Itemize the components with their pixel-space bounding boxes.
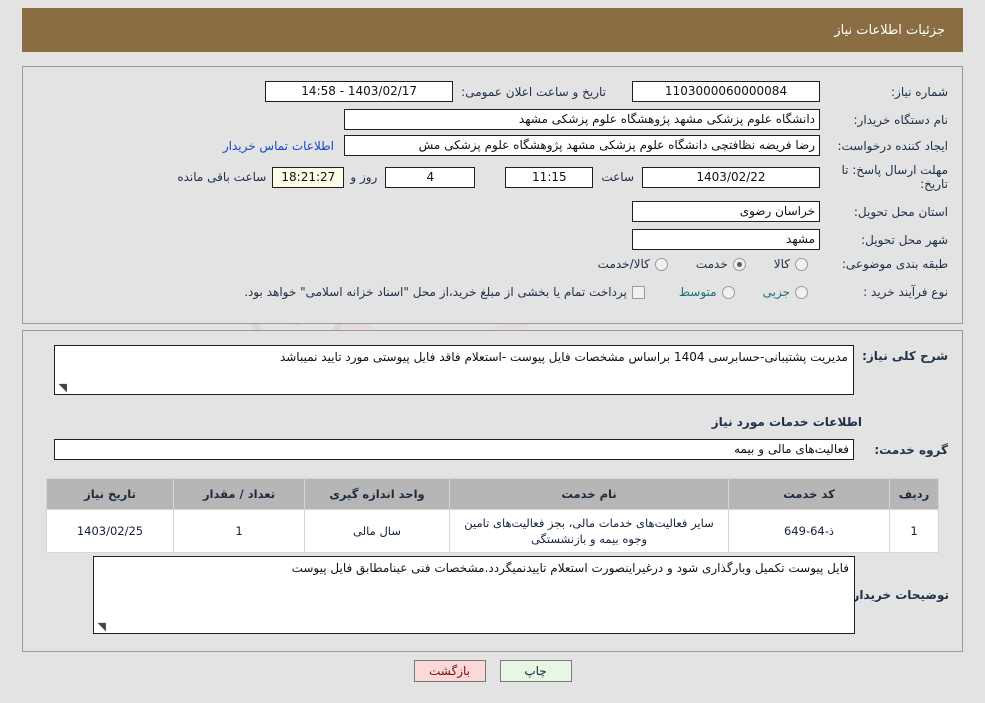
service-group-label: گروه خدمت: [874,442,948,457]
purchase-process-row: نوع فرآیند خرید : جزیی متوسط پرداخت تمام… [244,285,948,299]
checkbox-islamic-treasury-label: پرداخت تمام یا بخشی از مبلغ خرید،از محل … [244,285,627,299]
back-button[interactable]: بازگشت [413,660,486,682]
summary-row: شرح کلی نیاز: مدیریت پشتیبانی-حسابرسی 14… [54,345,948,395]
radio-category-service[interactable]: خدمت [696,257,746,271]
cell-index: 1 [889,509,939,553]
service-group-row: گروه خدمت: فعالیت‌های مالی و بیمه [54,439,948,460]
purchase-process-label: نوع فرآیند خرید : [863,285,948,299]
radio-category-goods-label: کالا [773,257,790,271]
col-date: تاریخ نیاز [46,478,174,510]
delivery-province-label: استان محل تحویل: [853,204,948,219]
service-group-value: فعالیت‌های مالی و بیمه [54,439,854,460]
deadline-hour-label: ساعت [601,170,634,184]
resize-grip-icon[interactable]: ◥ [57,382,67,393]
services-heading: اطلاعات خدمات مورد نیاز [711,415,862,429]
cell-qty: 1 [173,509,305,553]
radio-category-goods-service-dot[interactable] [654,257,668,271]
announce-datetime-label: تاریخ و ساعت اعلان عمومی: [461,84,606,99]
summary-label: شرح کلی نیاز: [862,349,948,363]
radio-category-service-dot[interactable] [732,257,746,271]
delivery-province-row: استان محل تحویل: خراسان رضوی [632,201,948,222]
cell-unit: سال مالی [304,509,450,553]
buyer-org-label: نام دستگاه خریدار: [853,112,949,127]
response-deadline-label: مهلت ارسال پاسخ: تا تاریخ: [841,163,948,191]
buyer-org-row: نام دستگاه خریدار: دانشگاه علوم پزشکی مش… [344,109,948,130]
radio-process-medium[interactable]: متوسط [679,285,735,299]
radio-category-goods-service[interactable]: کالا/خدمت [598,257,668,271]
cell-date: 1403/02/25 [46,509,174,553]
buyer-notes-text: فایل پیوست تکمیل وبارگذاری شود و درغیرای… [291,561,849,575]
buyer-notes-textarea[interactable]: فایل پیوست تکمیل وبارگذاری شود و درغیرای… [93,556,855,634]
col-unit: واحد اندازه گیری [304,478,450,510]
announce-datetime-value: 1403/02/17 - 14:58 [265,81,454,102]
col-index: ردیف [889,478,939,510]
table-header-row: ردیف کد خدمت نام خدمت واحد اندازه گیری ت… [46,478,939,510]
need-number-value: 1103000060000084 [632,81,820,102]
radio-process-medium-label: متوسط [678,285,717,299]
services-table: ردیف کد خدمت نام خدمت واحد اندازه گیری ت… [46,478,939,553]
summary-textarea[interactable]: مدیریت پشتیبانی-حسابرسی 1404 براساس مشخص… [54,345,854,395]
countdown-timer-value: 18:21:27 [272,166,345,188]
print-button[interactable]: چاپ [499,660,572,682]
col-code: کد خدمت [728,478,890,510]
need-info-panel: شماره نیاز: 1103000060000084 تاریخ و ساع… [22,66,963,324]
cell-name: سایر فعالیت‌های خدمات مالی، بجز فعالیت‌ه… [449,509,729,553]
radio-category-goods-service-label: کالا/خدمت [597,257,650,271]
response-deadline-row: مهلت ارسال پاسخ: تا تاریخ: 1403/02/22 سا… [177,163,948,191]
table-row: 1 ذ-64-649 سایر فعالیت‌های خدمات مالی، ب… [46,509,939,553]
request-creator-label: ایجاد کننده درخواست: [837,138,948,153]
need-number-row: شماره نیاز: 1103000060000084 [632,81,948,102]
buyer-org-value: دانشگاه علوم پزشکی مشهد پژوهشگاه علوم پز… [344,109,820,130]
announce-datetime-row: تاریخ و ساعت اعلان عمومی: 1403/02/17 - 1… [265,81,606,102]
radio-process-minor[interactable]: جزیی [763,285,808,299]
deadline-time-value: 11:15 [505,166,594,188]
radio-category-goods[interactable]: کالا [774,257,808,271]
delivery-province-value: خراسان رضوی [632,201,820,222]
buyer-notes-row: توضیحات خریدار: فایل پیوست تکمیل وبارگذا… [93,556,949,634]
radio-category-goods-dot[interactable] [795,257,808,271]
request-creator-value: رضا فریضه نظافتچی دانشگاه علوم پزشکی مشه… [344,135,820,156]
checkbox-islamic-treasury-box[interactable] [631,285,645,299]
col-name: نام خدمت [449,478,729,510]
col-qty: تعداد / مقدار [173,478,305,510]
remaining-days-value: 4 [385,166,476,188]
radio-category-service-label: خدمت [695,257,728,271]
action-buttons: بازگشت چاپ [0,660,985,682]
radio-process-minor-label: جزیی [762,285,790,299]
need-number-label: شماره نیاز: [891,84,948,99]
radio-process-medium-dot[interactable] [721,285,735,299]
request-creator-row: ایجاد کننده درخواست: رضا فریضه نظافتچی د… [223,135,948,156]
delivery-city-value: مشهد [632,229,820,250]
buyer-notes-label: توضیحات خریدار: [847,588,949,602]
radio-process-minor-dot[interactable] [795,285,808,299]
deadline-date-value: 1403/02/22 [642,166,820,188]
subject-category-row: طبقه بندی موضوعی: کالا خدمت کالا/خدمت [598,257,948,271]
remaining-days-label: روز و [350,170,378,184]
delivery-city-label: شهر محل تحویل: [861,232,948,247]
countdown-timer-label: ساعت باقی مانده [177,170,267,184]
buyer-contact-link[interactable]: اطلاعات تماس خریدار [223,139,334,153]
delivery-city-row: شهر محل تحویل: مشهد [632,229,948,250]
summary-text: مدیریت پشتیبانی-حسابرسی 1404 براساس مشخص… [279,350,848,364]
subject-category-label: طبقه بندی موضوعی: [841,257,948,271]
notes-resize-grip-icon[interactable]: ◥ [96,621,106,632]
page-header-bar: جزئیات اطلاعات نیاز [22,8,963,52]
page-title: جزئیات اطلاعات نیاز [834,22,945,38]
cell-code: ذ-64-649 [728,509,890,553]
checkbox-islamic-treasury[interactable]: پرداخت تمام یا بخشی از مبلغ خرید،از محل … [244,285,645,299]
